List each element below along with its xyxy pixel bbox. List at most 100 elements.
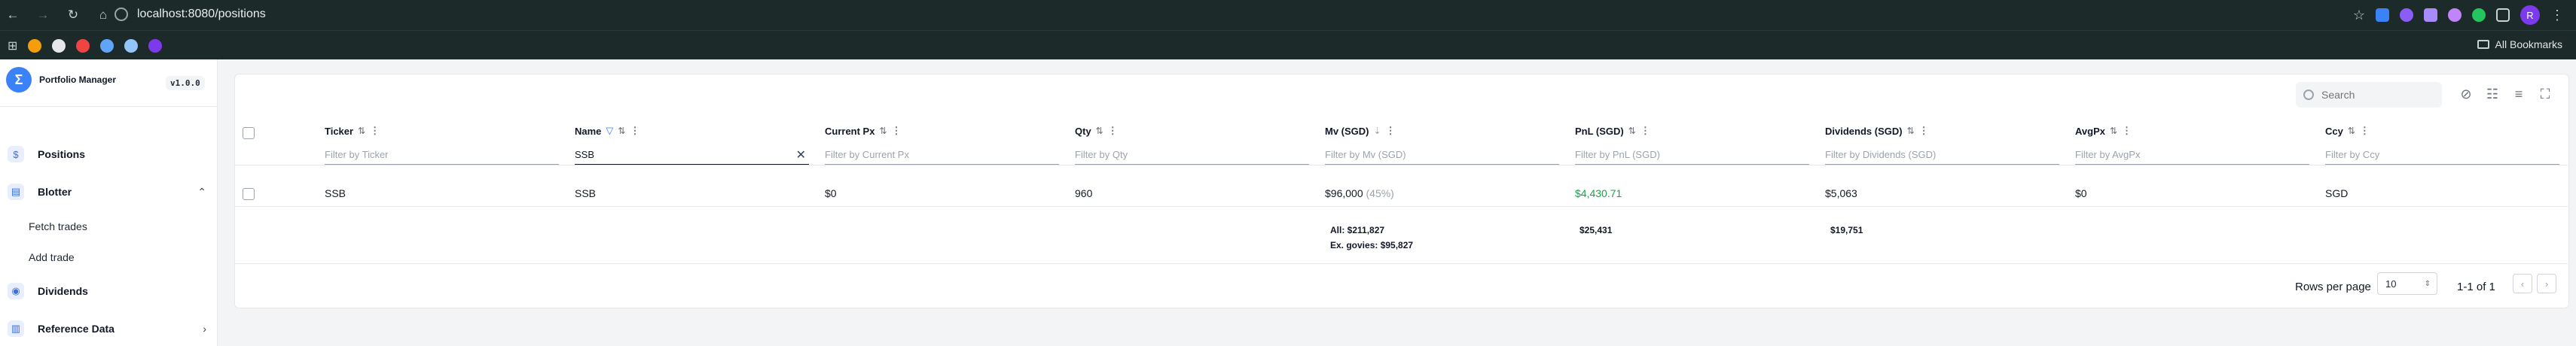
extensions-puzzle-icon[interactable] [2496, 8, 2510, 22]
search-input[interactable] [2320, 88, 2436, 102]
filter-ticker[interactable] [325, 146, 559, 165]
sort-icon[interactable]: ⇅ [1096, 126, 1103, 136]
column-header-pnl[interactable]: PnL (SGD) ⇅ ⋮ [1575, 125, 1650, 137]
filter-current-px-input[interactable] [825, 149, 1059, 160]
rows-per-page-select[interactable]: 10 ⇕ [2377, 272, 2437, 295]
version-badge: v1.0.0 [166, 76, 205, 90]
sort-icon[interactable]: ⇅ [618, 126, 625, 136]
column-menu-icon[interactable]: ⋮ [1641, 125, 1650, 137]
bookmark-icon[interactable] [148, 39, 163, 53]
all-bookmarks-label: All Bookmarks [2495, 38, 2562, 50]
chevron-up-icon[interactable]: ⌃ [197, 186, 206, 199]
site-info-icon[interactable] [114, 8, 128, 21]
sidebar-item-blotter[interactable]: ▤ Blotter ⌃ [0, 177, 217, 207]
sort-icon[interactable]: ⇅ [2110, 126, 2117, 136]
address-bar[interactable]: localhost:8080/positions [137, 8, 266, 21]
column-menu-icon[interactable]: ⋮ [1919, 125, 1929, 137]
bookmark-icon[interactable] [100, 39, 114, 53]
sidebar-subitem-fetch-trades[interactable]: Fetch trades [29, 220, 87, 232]
column-menu-icon[interactable]: ⋮ [370, 125, 380, 137]
column-header-dividends[interactable]: Dividends (SGD) ⇅ ⋮ [1825, 125, 1929, 137]
back-icon[interactable]: ← [6, 8, 20, 23]
column-menu-icon[interactable]: ⋮ [1386, 125, 1396, 137]
extension-icon[interactable] [2424, 8, 2437, 22]
table-row[interactable] [234, 165, 2568, 207]
filter-name-input[interactable] [575, 149, 809, 160]
select-all-checkbox[interactable] [243, 127, 255, 139]
column-header-ticker[interactable]: Ticker ⇅ ⋮ [325, 125, 380, 137]
forward-icon[interactable]: → [36, 8, 50, 23]
filter-pnl[interactable] [1575, 146, 1809, 165]
sort-icon[interactable]: ⇅ [1628, 126, 1636, 136]
columns-icon[interactable]: ☷ [2483, 85, 2501, 103]
filter-pnl-input[interactable] [1575, 149, 1809, 160]
bookmark-icon[interactable] [76, 39, 90, 53]
sidebar-item-dividends[interactable]: ◉ Dividends [0, 276, 217, 306]
rows-per-page-value: 10 [2385, 278, 2397, 290]
filter-active-icon[interactable]: ▽ [606, 125, 613, 137]
fullscreen-icon[interactable]: ⛶ [2536, 85, 2554, 103]
filter-dividends[interactable] [1825, 146, 2059, 165]
reload-icon[interactable]: ↻ [66, 8, 80, 23]
sidebar-item-positions[interactable]: $ Positions [0, 139, 217, 169]
filter-avgpx-input[interactable] [2075, 149, 2309, 160]
filter-ccy[interactable] [2325, 146, 2559, 165]
sort-desc-icon[interactable]: ⇣ [1374, 126, 1381, 136]
sort-icon[interactable]: ⇅ [879, 126, 887, 136]
bookmark-icon[interactable] [28, 39, 42, 53]
column-header-current-px[interactable]: Current Px ⇅ ⋮ [825, 125, 902, 137]
filter-avgpx[interactable] [2075, 146, 2309, 165]
extension-icon[interactable] [2448, 8, 2462, 22]
clear-filters-icon[interactable]: ⊘ [2457, 85, 2475, 103]
search-box[interactable] [2296, 82, 2442, 108]
filter-qty-input[interactable] [1075, 149, 1309, 160]
filter-mv-input[interactable] [1325, 149, 1559, 160]
brand[interactable]: Σ Portfolio Manager [6, 67, 116, 93]
home-icon[interactable]: ⌂ [96, 8, 110, 23]
clear-filter-icon[interactable]: ✕ [796, 147, 806, 162]
chevron-right-icon[interactable]: › [203, 323, 206, 335]
column-menu-icon[interactable]: ⋮ [630, 125, 639, 137]
column-menu-icon[interactable]: ⋮ [892, 125, 902, 137]
profile-avatar[interactable]: R [2520, 5, 2540, 25]
extension-icon[interactable] [2376, 8, 2389, 22]
column-header-avgpx[interactable]: AvgPx ⇅ ⋮ [2075, 125, 2132, 137]
column-header-name[interactable]: Name ▽ ⇅ ⋮ [575, 125, 639, 137]
filter-dividends-input[interactable] [1825, 149, 2059, 160]
column-menu-icon[interactable]: ⋮ [1108, 125, 1118, 137]
bookmark-star-icon[interactable]: ☆ [2353, 8, 2365, 23]
column-title: Mv (SGD) [1325, 125, 1369, 137]
filter-ticker-input[interactable] [325, 149, 559, 160]
bookmark-icon[interactable] [52, 39, 66, 53]
filter-mv[interactable] [1325, 146, 1559, 165]
column-header-qty[interactable]: Qty ⇅ ⋮ [1075, 125, 1118, 137]
sort-icon[interactable]: ⇅ [358, 126, 365, 136]
filter-qty[interactable] [1075, 146, 1309, 165]
cell-pnl: $4,430.71 [1575, 187, 1622, 199]
extension-icon[interactable] [2400, 8, 2413, 22]
prev-page-button[interactable]: ‹ [2513, 274, 2532, 293]
apps-grid-icon[interactable]: ⊞ [8, 38, 17, 53]
filter-name[interactable]: ✕ [575, 146, 809, 165]
browser-menu-icon[interactable]: ⋮ [2550, 8, 2564, 23]
column-header-ccy[interactable]: Ccy ⇅ ⋮ [2325, 125, 2370, 137]
summary-row [234, 206, 2568, 264]
cell-mv-value: $96,000 [1325, 187, 1363, 199]
next-page-button[interactable]: › [2537, 274, 2556, 293]
sort-icon[interactable]: ⇅ [1907, 126, 1915, 136]
filter-ccy-input[interactable] [2325, 149, 2559, 160]
extension-icon[interactable] [2472, 8, 2486, 22]
bookmark-icon[interactable] [124, 39, 139, 53]
sidebar-subitem-add-trade[interactable]: Add trade [29, 251, 75, 263]
sort-icon[interactable]: ⇅ [2348, 126, 2355, 136]
column-menu-icon[interactable]: ⋮ [2122, 125, 2132, 137]
row-select-checkbox[interactable] [243, 188, 255, 200]
brand-logo-icon: Σ [6, 67, 32, 93]
column-header-mv[interactable]: Mv (SGD) ⇣ ⋮ [1325, 125, 1396, 137]
sidebar-item-reference-data[interactable]: ▥ Reference Data › [0, 314, 217, 344]
column-menu-icon[interactable]: ⋮ [2360, 125, 2370, 137]
density-icon[interactable]: ≡ [2510, 85, 2528, 103]
book-icon: ▥ [8, 320, 24, 337]
filter-current-px[interactable] [825, 146, 1059, 165]
all-bookmarks-button[interactable]: All Bookmarks [2477, 38, 2562, 50]
